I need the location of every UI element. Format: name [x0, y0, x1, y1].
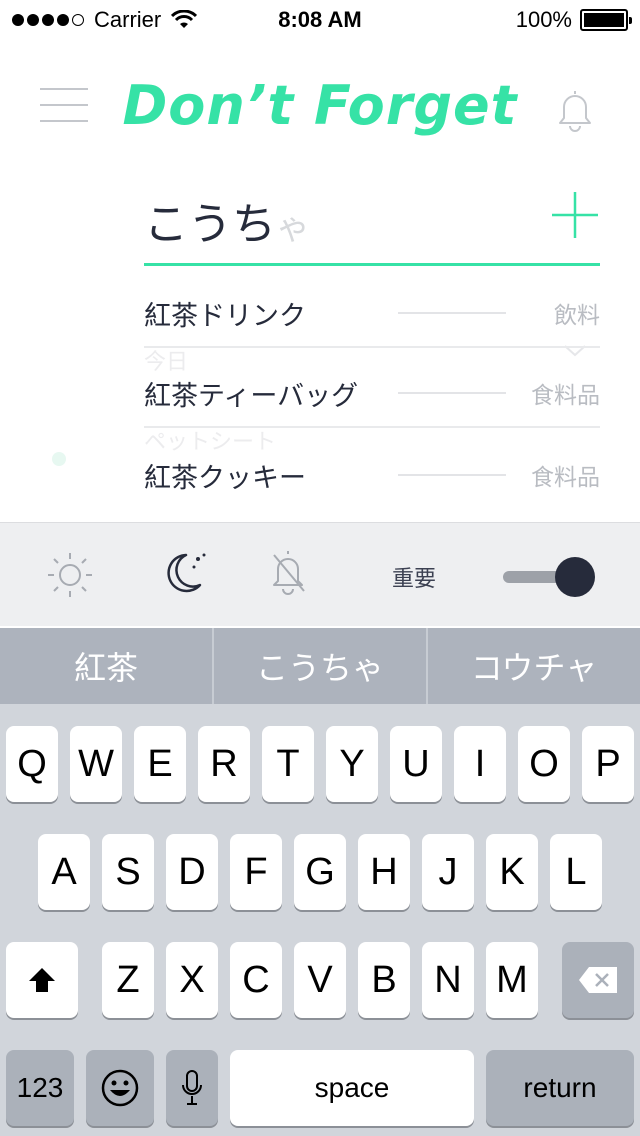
candidate-item[interactable]: こうちゃ	[214, 628, 428, 704]
candidate-item[interactable]: 紅茶	[0, 628, 214, 704]
item-input[interactable]: こうちゃ	[144, 188, 310, 252]
important-toggle[interactable]	[503, 557, 595, 597]
sun-icon[interactable]	[46, 551, 94, 599]
suggestion-name: 紅茶ドリンク	[144, 301, 306, 332]
key-i[interactable]: I	[454, 726, 506, 802]
key-s[interactable]: S	[102, 834, 154, 910]
space-key[interactable]: space	[230, 1050, 474, 1126]
input-value: こうち	[144, 199, 276, 250]
input-composing-text: ゃ	[276, 208, 310, 248]
suggestion-category: 食料品	[531, 383, 600, 409]
shift-key[interactable]	[6, 942, 78, 1018]
key-x[interactable]: X	[166, 942, 218, 1018]
key-o[interactable]: O	[518, 726, 570, 802]
list-dot	[52, 452, 66, 466]
return-key[interactable]: return	[486, 1050, 634, 1126]
emoji-key[interactable]	[86, 1050, 154, 1126]
key-t[interactable]: T	[262, 726, 314, 802]
key-y[interactable]: Y	[326, 726, 378, 802]
reminder-options-bar: 重要	[0, 522, 640, 626]
key-v[interactable]: V	[294, 942, 346, 1018]
key-h[interactable]: H	[358, 834, 410, 910]
status-bar: Carrier 8:08 AM 100%	[0, 0, 640, 40]
key-r[interactable]: R	[198, 726, 250, 802]
battery-icon	[580, 9, 632, 31]
key-w[interactable]: W	[70, 726, 122, 802]
conversion-candidates-bar: 紅茶 こうちゃ コウチャ	[0, 626, 640, 704]
battery-status: 100%	[515, 7, 632, 33]
dictation-key[interactable]	[166, 1050, 218, 1126]
emoji-icon	[101, 1069, 139, 1107]
bell-icon[interactable]	[556, 88, 594, 132]
suggestion-name: 紅茶ティーバッグ	[144, 381, 359, 412]
microphone-icon	[182, 1070, 202, 1105]
key-e[interactable]: E	[134, 726, 186, 802]
key-a[interactable]: A	[38, 834, 90, 910]
key-m[interactable]: M	[486, 942, 538, 1018]
battery-percent: 100%	[515, 7, 572, 32]
key-l[interactable]: L	[550, 834, 602, 910]
key-g[interactable]: G	[294, 834, 346, 910]
suggestion-category: 食料品	[531, 465, 600, 491]
key-d[interactable]: D	[166, 834, 218, 910]
key-b[interactable]: B	[358, 942, 410, 1018]
suggestion-item[interactable]: 紅茶クッキー 食料品	[144, 432, 600, 510]
shift-icon	[29, 968, 55, 992]
app-title: Don’t Forget	[122, 74, 518, 137]
plus-icon[interactable]	[550, 190, 600, 240]
key-n[interactable]: N	[422, 942, 474, 1018]
candidate-item[interactable]: コウチャ	[428, 628, 640, 704]
key-k[interactable]: K	[486, 834, 538, 910]
important-label: 重要	[392, 567, 437, 592]
key-c[interactable]: C	[230, 942, 282, 1018]
suggestion-item[interactable]: 紅茶ティーバッグ 食料品	[144, 350, 600, 428]
key-z[interactable]: Z	[102, 942, 154, 1018]
keyboard: Q W E R T Y U I O P A S D F G H J K L Z …	[0, 704, 640, 1136]
backspace-icon	[579, 967, 617, 993]
suggestion-item[interactable]: 紅茶ドリンク 飲料	[144, 270, 600, 348]
suggestion-name: 紅茶クッキー	[144, 463, 306, 494]
numbers-key[interactable]: 123	[6, 1050, 74, 1126]
item-input-row[interactable]: こうちゃ	[144, 180, 600, 266]
key-j[interactable]: J	[422, 834, 474, 910]
divider	[398, 312, 506, 314]
divider	[398, 474, 506, 476]
suggestion-category: 飲料	[554, 303, 600, 329]
moon-icon[interactable]	[160, 549, 210, 599]
key-u[interactable]: U	[390, 726, 442, 802]
delete-key[interactable]	[562, 942, 634, 1018]
key-q[interactable]: Q	[6, 726, 58, 802]
key-p[interactable]: P	[582, 726, 634, 802]
key-f[interactable]: F	[230, 834, 282, 910]
divider	[398, 392, 506, 394]
bell-off-icon[interactable]	[268, 547, 308, 597]
